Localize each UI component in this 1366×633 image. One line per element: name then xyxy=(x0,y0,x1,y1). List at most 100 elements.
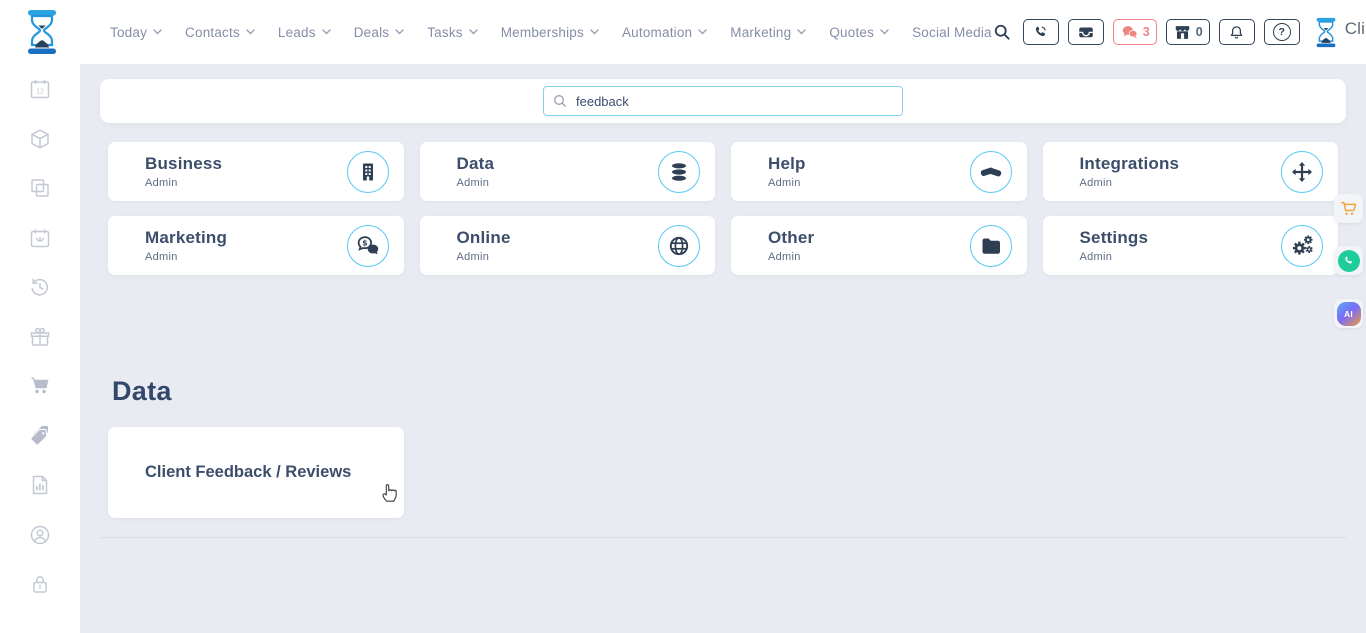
folder-icon xyxy=(970,225,1012,267)
chat-button[interactable]: 3 xyxy=(1113,19,1157,45)
admin-card-business[interactable]: Business Admin xyxy=(108,142,404,201)
nav-tasks[interactable]: Tasks xyxy=(427,25,478,40)
help-button[interactable]: ? xyxy=(1264,19,1300,45)
sidebar-item-lock[interactable] xyxy=(28,573,52,595)
nav-label: Automation xyxy=(622,25,692,40)
brand-tagline: TEN STEPS AHEAD xyxy=(1345,39,1366,44)
left-sidebar: 12 xyxy=(0,64,80,633)
admin-card-grid: Business Admin Data Admin Help Admin Int… xyxy=(100,134,1346,283)
sidebar-item-cart[interactable] xyxy=(28,375,52,397)
nav-label: Social Media xyxy=(912,25,992,40)
cart-icon xyxy=(28,374,52,398)
app-logo[interactable] xyxy=(24,9,60,55)
hourglass-logo-icon xyxy=(24,9,60,55)
sidebar-item-gift[interactable] xyxy=(28,326,52,348)
comment-dollar-icon: $ xyxy=(347,225,389,267)
content-toolbar xyxy=(100,79,1346,123)
svg-text:12: 12 xyxy=(36,89,44,96)
nav-label: Leads xyxy=(278,25,316,40)
result-title: Client Feedback / Reviews xyxy=(145,463,351,482)
admin-card-integrations[interactable]: Integrations Admin xyxy=(1043,142,1339,201)
inbox-icon xyxy=(1077,23,1095,41)
chat-bubbles-icon xyxy=(1120,23,1139,42)
nav-memberships[interactable]: Memberships xyxy=(501,25,599,40)
tags-icon xyxy=(28,424,52,448)
nav-automation[interactable]: Automation xyxy=(622,25,707,40)
floating-cart-button[interactable] xyxy=(1334,194,1363,223)
clinicsoftware-brand[interactable]: ClinicSoftware .com TEN STEPS AHEAD xyxy=(1314,17,1366,48)
admin-card-other[interactable]: Other Admin xyxy=(731,216,1027,275)
user-circle-icon xyxy=(28,523,52,547)
floating-whatsapp-button[interactable] xyxy=(1334,246,1363,275)
notifications-button[interactable] xyxy=(1219,19,1255,45)
sidebar-item-report[interactable] xyxy=(28,474,52,496)
nav-label: Quotes xyxy=(829,25,874,40)
result-card-client-feedback[interactable]: Client Feedback / Reviews xyxy=(108,427,404,518)
history-icon xyxy=(28,275,52,299)
admin-card-data[interactable]: Data Admin xyxy=(420,142,716,201)
brand-text: ClinicSoftware .com TEN STEPS AHEAD xyxy=(1345,20,1366,44)
chevron-down-icon xyxy=(322,29,331,35)
report-icon xyxy=(28,473,52,497)
calendar-import-icon xyxy=(28,226,52,250)
brand-name: ClinicSoftware xyxy=(1345,19,1366,38)
sidebar-item-copy[interactable] xyxy=(28,177,52,199)
store-button[interactable]: 0 xyxy=(1166,19,1210,45)
chat-badge: 3 xyxy=(1143,25,1150,39)
database-icon xyxy=(658,151,700,193)
nav-today[interactable]: Today xyxy=(110,25,162,40)
sidebar-item-account[interactable] xyxy=(28,524,52,546)
ai-assistant-icon: AI xyxy=(1337,302,1361,326)
sidebar-item-package[interactable] xyxy=(28,128,52,150)
sidebar-item-calendar[interactable]: 12 xyxy=(28,78,52,100)
handshake-icon xyxy=(970,151,1012,193)
section-title: Data xyxy=(112,376,172,407)
hourglass-logo-icon xyxy=(1314,17,1338,48)
chevron-down-icon xyxy=(246,29,255,35)
arrows-move-icon xyxy=(1281,151,1323,193)
app-screen: Today Contacts Leads Deals Tasks Members… xyxy=(0,0,1366,633)
nav-label: Tasks xyxy=(427,25,463,40)
nav-marketing[interactable]: Marketing xyxy=(730,25,806,40)
nav-label: Today xyxy=(110,25,147,40)
admin-card-settings[interactable]: Settings Admin xyxy=(1043,216,1339,275)
lock-icon xyxy=(28,572,52,596)
package-icon xyxy=(28,127,52,151)
topbar-actions: 3 0 ? ClinicSoftwa xyxy=(992,15,1366,49)
question-icon: ? xyxy=(1273,23,1291,41)
nav-label: Contacts xyxy=(185,25,240,40)
search-input[interactable] xyxy=(543,86,903,116)
chevron-down-icon xyxy=(469,29,478,35)
admin-card-help[interactable]: Help Admin xyxy=(731,142,1027,201)
nav-social-media[interactable]: Social Media xyxy=(912,25,992,40)
chevron-down-icon xyxy=(698,29,707,35)
floating-ai-button[interactable]: AI xyxy=(1334,299,1363,328)
section-divider xyxy=(100,537,1346,538)
store-badge: 0 xyxy=(1196,25,1203,39)
sidebar-item-calendar-import[interactable] xyxy=(28,227,52,249)
phone-icon xyxy=(1032,24,1049,41)
store-icon xyxy=(1173,23,1192,42)
nav-label: Memberships xyxy=(501,25,584,40)
chevron-down-icon xyxy=(395,29,404,35)
gift-icon xyxy=(28,325,52,349)
search-icon[interactable] xyxy=(992,22,1012,42)
nav-contacts[interactable]: Contacts xyxy=(185,25,255,40)
phone-button[interactable] xyxy=(1023,19,1059,45)
inbox-button[interactable] xyxy=(1068,19,1104,45)
admin-card-online[interactable]: Online Admin xyxy=(420,216,716,275)
nav-leads[interactable]: Leads xyxy=(278,25,331,40)
chevron-down-icon xyxy=(590,29,599,35)
svg-text:$: $ xyxy=(362,239,367,248)
nav-deals[interactable]: Deals xyxy=(354,25,405,40)
calendar-icon: 12 xyxy=(28,77,52,101)
building-icon xyxy=(347,151,389,193)
sidebar-item-history[interactable] xyxy=(28,276,52,298)
copy-icon xyxy=(28,176,52,200)
top-navigation-bar: Today Contacts Leads Deals Tasks Members… xyxy=(0,0,1366,64)
chevron-down-icon xyxy=(880,29,889,35)
nav-quotes[interactable]: Quotes xyxy=(829,25,889,40)
sidebar-item-tags[interactable] xyxy=(28,425,52,447)
admin-card-marketing[interactable]: Marketing Admin $ xyxy=(108,216,404,275)
cart-icon xyxy=(1338,198,1360,220)
